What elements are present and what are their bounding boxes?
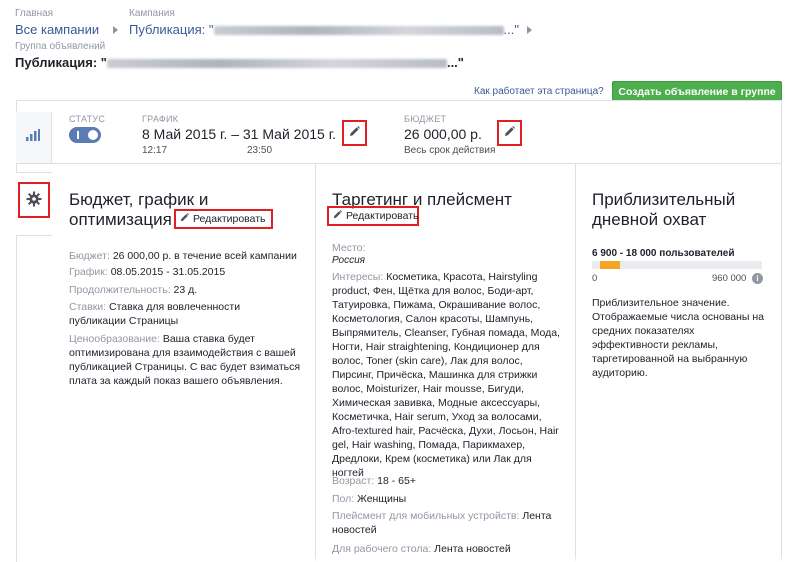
pencil-icon — [349, 126, 360, 140]
budget-val: 26 000,00 р. в течение всей кампании — [112, 250, 297, 262]
desktop-placement-row: Для рабочего стола: Лента новостей — [332, 542, 564, 556]
edit-label: Редактировать — [193, 213, 266, 225]
edit-budget-section-button[interactable]: Редактировать — [174, 209, 273, 229]
reach-section-title: Приблизительный дневной охват — [592, 190, 736, 229]
edit-schedule-button[interactable] — [342, 120, 367, 146]
breadcrumb-caption-adset: Группа объявлений — [15, 41, 106, 52]
bid-key: Ставки: — [69, 301, 107, 313]
budget-row: Бюджет: 26 000,00 р. в течение всей камп… — [69, 249, 299, 263]
reach-note: Приблизительное значение. Отображаемые ч… — [592, 297, 765, 379]
pencil-icon — [333, 210, 342, 222]
redacted-text — [213, 26, 504, 36]
gender-key: Пол: — [332, 493, 355, 505]
place-key: Место: — [332, 242, 366, 254]
reach-max: 960 000 — [712, 273, 747, 284]
interests-key: Интересы: — [332, 271, 384, 283]
mobile-key: Плейсмент для мобильных устройств: — [332, 510, 520, 522]
breadcrumb-caption-home: Главная — [15, 8, 54, 19]
gear-icon — [26, 191, 42, 210]
page-title-prefix: Публикация: " — [15, 55, 107, 70]
budget-key: Бюджет: — [69, 250, 110, 262]
column-divider — [575, 164, 576, 562]
age-val: 18 - 65+ — [377, 475, 416, 487]
pricing-row: Ценообразование: Ваша ставка будет оптим… — [69, 332, 304, 388]
breadcrumb-arrow-icon — [113, 26, 118, 34]
budget-caption: БЮДЖЕТ — [404, 114, 447, 124]
breadcrumb-campaign-link[interactable]: Публикация: " ..." — [129, 22, 519, 37]
reach-bar — [592, 261, 762, 269]
place-val: Россия — [332, 255, 366, 266]
duration-key: Продолжительность: — [69, 284, 171, 296]
breadcrumb-caption-campaign: Кампания — [129, 8, 175, 19]
breadcrumb-campaign-prefix: Публикация: " — [129, 22, 214, 37]
column-divider — [315, 164, 316, 562]
edit-targeting-button[interactable]: Редактировать — [327, 206, 419, 226]
status-toggle[interactable] — [69, 127, 101, 143]
age-key: Возраст: — [332, 475, 375, 487]
breadcrumb-arrow-icon — [527, 26, 532, 34]
settings-highlight[interactable] — [18, 182, 50, 218]
pencil-icon — [180, 213, 189, 225]
bottom-fade — [52, 556, 782, 562]
reach-min: 0 — [592, 273, 598, 284]
budget-value: 26 000,00 р. — [404, 126, 482, 142]
gender-row: Пол: Женщины — [332, 492, 406, 506]
schedule-range: 8 Май 2015 г. – 31 Май 2015 г. — [142, 126, 336, 142]
reach-bar-fill — [600, 261, 620, 269]
bid-row: Ставки: Ставка для вовлеченности публика… — [69, 300, 299, 328]
interests-val: Косметика, Красота, Hairstyling product,… — [332, 271, 560, 479]
duration-val: 23 д. — [173, 284, 198, 296]
mobile-placement-row: Плейсмент для мобильных устройств: Лента… — [332, 509, 564, 537]
age-row: Возраст: 18 - 65+ — [332, 474, 416, 488]
desktop-key: Для рабочего стола: — [332, 543, 432, 555]
breadcrumb-campaign-suffix: ..." — [503, 22, 519, 37]
status-caption: СТАТУС — [69, 114, 106, 124]
budget-period: Весь срок действия — [404, 145, 496, 156]
redacted-text — [106, 59, 447, 69]
schedule-end-time: 23:50 — [247, 145, 273, 156]
schedule-start-time: 12:17 — [142, 145, 168, 156]
bar-chart-icon[interactable] — [26, 129, 40, 144]
pencil-icon — [504, 126, 515, 140]
breadcrumb-all-campaigns-link[interactable]: Все кампании — [15, 22, 99, 37]
schedule-row: График: 08.05.2015 - 31.05.2015 — [69, 265, 299, 279]
gender-val: Женщины — [357, 493, 407, 505]
duration-row: Продолжительность: 23 д. — [69, 283, 299, 297]
schedule-key: График: — [69, 266, 108, 278]
schedule-caption: ГРАФИК — [142, 114, 179, 124]
info-icon[interactable]: i — [752, 273, 763, 284]
reach-range: 6 900 - 18 000 пользователей — [592, 248, 735, 259]
edit-label: Редактировать — [346, 210, 419, 222]
desktop-val: Лента новостей — [434, 543, 511, 555]
edit-budget-button[interactable] — [497, 120, 522, 146]
page-title: Публикация: " ..." — [15, 55, 464, 70]
schedule-val: 08.05.2015 - 31.05.2015 — [110, 266, 226, 278]
page-title-suffix: ..." — [446, 55, 464, 70]
how-page-works-link[interactable]: Как работает эта страница? — [474, 86, 604, 97]
interests-row: Интересы: Косметика, Красота, Hairstylin… — [332, 270, 564, 480]
pricing-key: Ценообразование: — [69, 333, 160, 345]
